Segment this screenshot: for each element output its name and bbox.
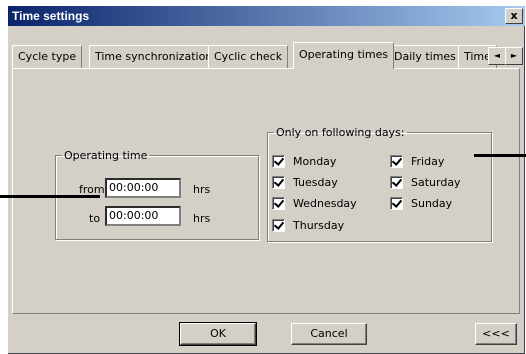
checkbox-label: Thursday bbox=[293, 219, 345, 232]
tab-time-synchronization[interactable]: Time synchronization bbox=[89, 45, 219, 68]
checkbox-checked-icon bbox=[390, 197, 403, 210]
collapse-button[interactable]: <<< bbox=[475, 323, 517, 345]
checkbox-label: Wednesday bbox=[293, 197, 357, 210]
tab-scroll-right-button[interactable]: ► bbox=[505, 47, 523, 65]
tab-operating-times[interactable]: Operating times bbox=[293, 42, 395, 69]
tab-scroll-left-button[interactable]: ◄ bbox=[488, 47, 506, 65]
checkbox-label: Friday bbox=[411, 155, 445, 168]
checkbox-checked-icon bbox=[390, 176, 403, 189]
to-time-input[interactable]: 00:00:00 bbox=[105, 206, 181, 226]
checkbox-checked-icon bbox=[272, 219, 285, 232]
title-bar[interactable]: Time settings x bbox=[8, 6, 525, 26]
callout-pointer-right bbox=[474, 154, 526, 157]
checkbox-wednesday[interactable]: Wednesday bbox=[272, 197, 357, 210]
tab-strip: Cycle type Time synchronization Cyclic c… bbox=[12, 42, 525, 69]
checkbox-thursday[interactable]: Thursday bbox=[272, 219, 344, 232]
to-unit-label: hrs bbox=[193, 212, 211, 225]
checkbox-saturday[interactable]: Saturday bbox=[390, 176, 461, 189]
time-settings-dialog: Time settings x Cycle type Time synchron… bbox=[7, 5, 525, 354]
tab-daily-times[interactable]: Daily times bbox=[388, 45, 462, 68]
ok-button[interactable]: OK bbox=[179, 322, 257, 346]
tab-panel-operating-times: Operating time from 00:00:00 hrs to 00:0… bbox=[12, 68, 520, 314]
checkbox-label: Saturday bbox=[411, 176, 461, 189]
checkbox-label: Tuesday bbox=[293, 176, 338, 189]
tab-cycle-type[interactable]: Cycle type bbox=[12, 45, 83, 68]
to-label: to bbox=[89, 212, 101, 225]
checkbox-checked-icon bbox=[272, 176, 285, 189]
checkbox-tuesday[interactable]: Tuesday bbox=[272, 176, 338, 189]
cancel-button[interactable]: Cancel bbox=[291, 323, 367, 345]
checkbox-label: Monday bbox=[293, 155, 337, 168]
checkbox-checked-icon bbox=[272, 197, 285, 210]
checkbox-checked-icon bbox=[390, 155, 403, 168]
operating-time-legend: Operating time bbox=[64, 149, 148, 162]
close-button[interactable]: x bbox=[505, 8, 523, 24]
checkbox-friday[interactable]: Friday bbox=[390, 155, 444, 168]
tab-cyclic-check[interactable]: Cyclic check bbox=[208, 45, 289, 68]
checkbox-checked-icon bbox=[272, 155, 285, 168]
from-time-input[interactable]: 00:00:00 bbox=[105, 178, 181, 198]
checkbox-monday[interactable]: Monday bbox=[272, 155, 336, 168]
checkbox-sunday[interactable]: Sunday bbox=[390, 197, 452, 210]
from-unit-label: hrs bbox=[193, 183, 211, 196]
weekdays-legend: Only on following days: bbox=[276, 126, 405, 139]
checkbox-label: Sunday bbox=[411, 197, 453, 210]
window-title: Time settings bbox=[12, 9, 90, 23]
callout-pointer-left bbox=[0, 195, 100, 198]
